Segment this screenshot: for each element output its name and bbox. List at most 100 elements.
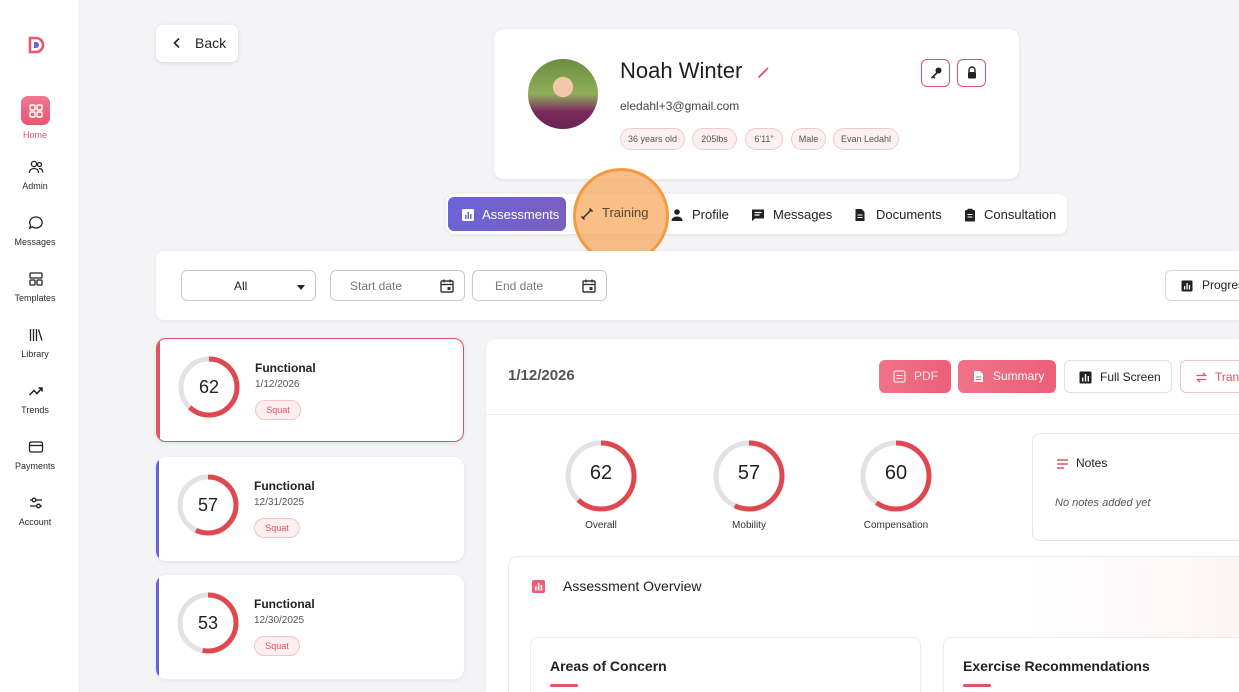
assessment-tag: Squat (255, 400, 301, 420)
calendar-icon[interactable] (581, 278, 597, 294)
clipboard-icon (965, 208, 975, 222)
sliders-icon (30, 497, 42, 509)
score-label: Overall (585, 520, 617, 531)
caret-down-icon (297, 285, 305, 290)
overall-score: 62 Overall (564, 439, 638, 549)
sidebar-item-templates[interactable]: Templates (0, 271, 80, 321)
tab-label: Messages (773, 207, 833, 222)
library-icon (29, 329, 43, 341)
dumbbell-icon (580, 207, 594, 221)
tag-coach: Evan Ledahl (833, 128, 899, 150)
score-label: Compensation (863, 520, 929, 531)
tab-profile[interactable]: Profile (668, 197, 738, 231)
calendar-icon[interactable] (439, 278, 455, 294)
templates-icon (29, 272, 43, 286)
lines-icon (1057, 459, 1068, 469)
start-date-field[interactable]: Start date (330, 270, 465, 301)
assessment-title: Functional (254, 479, 315, 493)
tab-documents[interactable]: Documents (852, 197, 946, 231)
trans-button[interactable]: Tran (1180, 360, 1239, 393)
sidebar-item-label: Templates (14, 293, 56, 303)
tab-consultation[interactable]: Consultation (961, 197, 1061, 231)
sidebar-item-label: Payments (14, 461, 56, 471)
progress-label: Progres (1202, 278, 1239, 292)
card-icon (28, 441, 44, 453)
lock-button[interactable] (957, 59, 986, 87)
back-button[interactable]: Back (156, 25, 238, 62)
sidebar-item-label: Home (22, 130, 47, 140)
assessment-date: 12/31/2025 (254, 497, 305, 508)
mobility-score: 57 Mobility (712, 439, 786, 549)
assessment-date: 12/30/2025 (254, 615, 305, 626)
type-select-value: All (234, 279, 248, 293)
assessment-card[interactable]: 62 Functional 1/12/2026 Squat (156, 338, 464, 442)
exercise-title: Exercise Recommendations (963, 658, 1150, 674)
lock-icon (968, 66, 976, 79)
pdf-label: PDF (914, 369, 938, 383)
full-screen-button[interactable]: Full Screen (1064, 360, 1172, 393)
sidebar-item-label: Library (21, 349, 49, 359)
trend-icon (28, 387, 43, 396)
back-label: Back (195, 35, 227, 51)
tab-bar: Assessments Training Profile Messages Do… (446, 194, 1067, 234)
sidebar-item-payments[interactable]: Payments (0, 439, 80, 489)
compensation-score: 60 Compensation (859, 439, 933, 549)
tab-messages[interactable]: Messages (750, 197, 840, 231)
progress-button[interactable]: Progres (1165, 270, 1239, 301)
assessment-tag: Squat (254, 518, 300, 538)
assessment-title: Functional (254, 597, 315, 611)
score-value: 60 (884, 462, 908, 484)
assessment-card[interactable]: 53 Functional 12/30/2025 Squat (156, 575, 464, 679)
sidebar-item-label: Trends (21, 405, 49, 415)
client-email: eledahl+3@gmail.com (620, 99, 740, 113)
pdf-button[interactable]: PDF (879, 360, 951, 393)
tab-label: Profile (692, 207, 729, 222)
end-date-field[interactable]: End date (472, 270, 607, 301)
score-value: 62 (589, 462, 613, 484)
tab-label: Documents (876, 207, 942, 222)
type-select[interactable]: All (181, 270, 316, 301)
chart-icon (532, 580, 545, 593)
message-icon (752, 209, 764, 221)
sidebar-item-account[interactable]: Account (0, 495, 80, 545)
pencil-icon[interactable] (756, 64, 772, 80)
divider (486, 414, 1239, 415)
assessment-title: Functional (255, 361, 316, 375)
assessment-detail-panel: 1/12/2026 PDF Summary Full Screen Tran 6… (486, 339, 1239, 692)
assessment-card[interactable]: 57 Functional 12/31/2025 Squat (156, 457, 464, 561)
bar-chart-icon (1079, 371, 1092, 384)
chat-icon (28, 216, 43, 230)
sidebar-item-library[interactable]: Library (0, 327, 80, 377)
summary-icon (974, 371, 983, 382)
summary-button[interactable]: Summary (958, 360, 1056, 393)
avatar (528, 59, 598, 129)
tab-label: Assessments (482, 207, 560, 222)
sidebar-item-trends[interactable]: Trends (0, 383, 80, 433)
tag-age: 36 years old (620, 128, 685, 150)
sidebar-item-label: Messages (14, 237, 56, 247)
notes-title: Notes (1076, 456, 1108, 470)
summary-label: Summary (993, 369, 1045, 383)
filter-bar: All Start date End date Progres (156, 251, 1239, 320)
assessment-overview: Assessment Overview Areas of Concern Exe… (508, 556, 1239, 692)
sidebar-item-admin[interactable]: Admin (0, 159, 80, 209)
tag-height: 6'11" (745, 128, 783, 150)
home-icon (29, 104, 43, 118)
app-logo-icon[interactable] (26, 35, 46, 55)
tag-gender: Male (791, 128, 826, 150)
key-icon (931, 67, 942, 79)
pdf-icon (893, 370, 906, 383)
tab-label: Consultation (984, 207, 1057, 222)
sidebar-item-messages[interactable]: Messages (0, 215, 80, 265)
start-date-placeholder: Start date (350, 279, 403, 293)
key-button[interactable] (921, 59, 950, 87)
full-screen-label: Full Screen (1100, 370, 1161, 384)
bar-chart-icon (1181, 280, 1193, 292)
sidebar-item-home[interactable]: Home (0, 96, 80, 159)
tab-assessments[interactable]: Assessments (448, 197, 566, 231)
areas-of-concern-card: Areas of Concern (530, 637, 921, 692)
end-date-placeholder: End date (495, 279, 544, 293)
tab-label: Training (602, 205, 649, 220)
chart-icon (462, 209, 474, 221)
tab-training-overlay: Training (576, 197, 661, 231)
